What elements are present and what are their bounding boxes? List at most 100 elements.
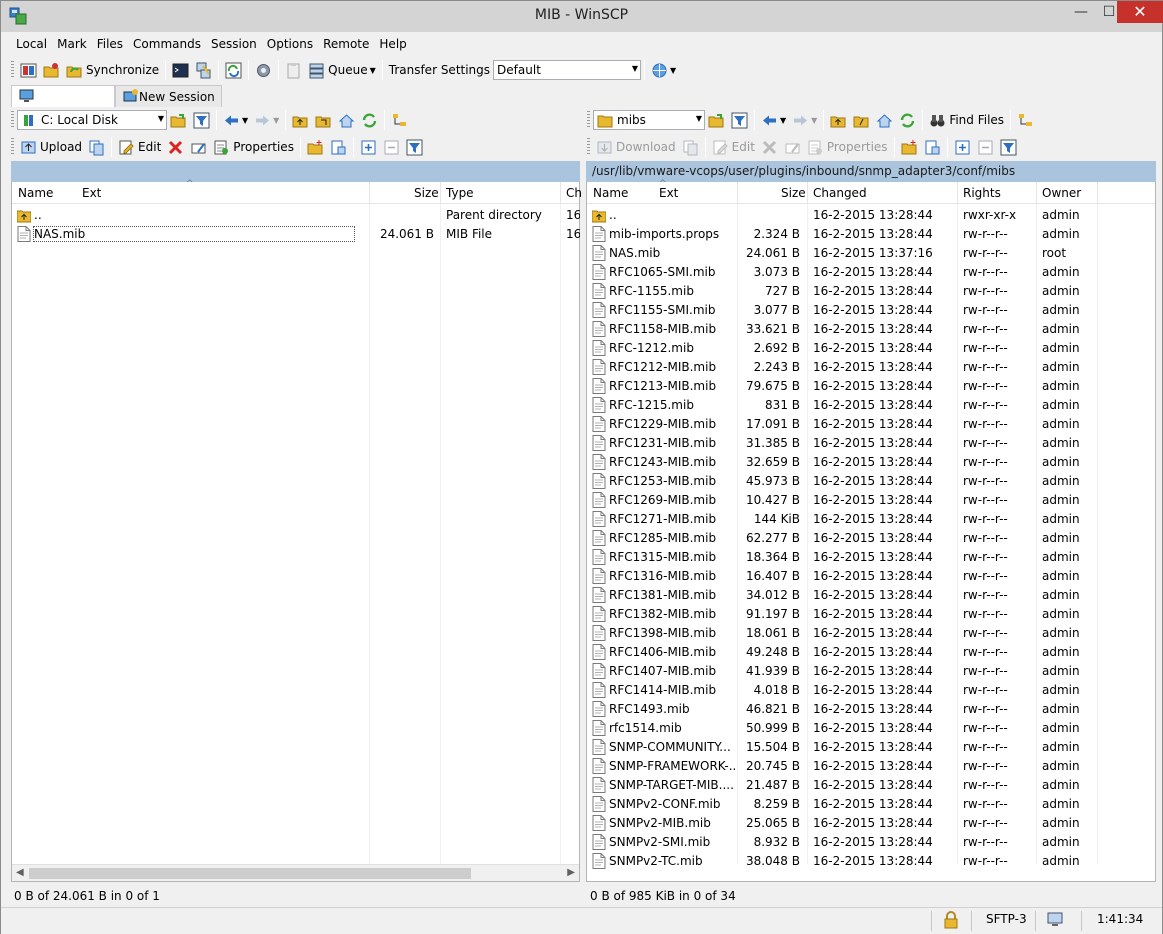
remote-file-row[interactable]: RFC1315-MIB.mib 18.364 B 16-2-2015 13:28:4… [587, 548, 1155, 567]
local-col-size[interactable]: Size [414, 186, 439, 200]
upload-button[interactable]: Upload [17, 136, 85, 158]
menu-help[interactable]: Help [374, 35, 411, 55]
remote-file-row[interactable]: RFC1212-MIB.mib 2.243 B 16-2-2015 13:28:44… [587, 358, 1155, 377]
remote-file-row[interactable]: RFC1316-MIB.mib 16.407 B 16-2-2015 13:28:4… [587, 567, 1155, 586]
putty-button[interactable] [192, 59, 215, 81]
scroll-left-icon[interactable]: ◀ [16, 867, 24, 878]
remote-file-row[interactable]: RFC1243-MIB.mib 32.659 B 16-2-2015 13:28:4… [587, 453, 1155, 472]
remote-back-button[interactable]: ▼ [758, 109, 789, 131]
local-parent-dir-button[interactable] [289, 109, 312, 131]
remote-delete-button[interactable] [758, 136, 781, 158]
download-options-button[interactable] [679, 136, 702, 158]
remote-edit-button[interactable]: Edit [709, 136, 758, 158]
menu-options[interactable]: Options [262, 35, 318, 55]
remote-file-row[interactable]: SNMP-COMMUNITY... 15.504 B 16-2-2015 13:28… [587, 738, 1155, 757]
find-files-button[interactable]: Find Files [926, 109, 1007, 131]
remote-file-row[interactable]: RFC1493.mib 46.821 B 16-2-2015 13:28:44 rw-… [587, 700, 1155, 719]
local-back-button[interactable]: ▼ [220, 109, 251, 131]
local-drive-select[interactable]: C: Local Disk ▼ [17, 110, 167, 130]
local-col-ext[interactable]: Ext [82, 186, 101, 200]
remote-file-row[interactable]: RFC-1212.mib 2.692 B 16-2-2015 13:28:44 rw-… [587, 339, 1155, 358]
remote-file-row[interactable]: RFC1398-MIB.mib 18.061 B 16-2-2015 13:28:4… [587, 624, 1155, 643]
local-unselect-button[interactable] [380, 136, 403, 158]
remote-file-row[interactable]: SNMP-TARGET-MIB.... 21.487 B 16-2-2015 13:… [587, 776, 1155, 795]
download-button[interactable]: Download [593, 136, 679, 158]
remote-file-row[interactable]: RFC1271-MIB.mib 144 KiB 16-2-2015 13:28:44… [587, 510, 1155, 529]
remote-new-folder-button[interactable] [898, 136, 921, 158]
remote-file-row[interactable]: RFC1414-MIB.mib 4.018 B 16-2-2015 13:28:44… [587, 681, 1155, 700]
local-file-row[interactable]: NAS.mib 24.061 B MIB File 16 [12, 225, 580, 244]
remote-col-name[interactable]: Name [593, 186, 628, 200]
sites-button[interactable]: ▼ [648, 59, 679, 81]
remote-open-folder-button[interactable] [705, 109, 728, 131]
remote-folder-select[interactable]: mibs ▼ [593, 110, 705, 130]
remote-filter-select-button[interactable] [997, 136, 1020, 158]
lock-icon[interactable] [943, 911, 959, 929]
remote-forward-button[interactable]: ▼ [789, 109, 820, 131]
remote-rename-button[interactable] [781, 136, 804, 158]
compare-directories-button[interactable] [17, 59, 40, 81]
local-open-folder-button[interactable] [167, 109, 190, 131]
remote-parent-dir-button[interactable] [827, 109, 850, 131]
remote-file-row[interactable]: RFC1231-MIB.mib 31.385 B 16-2-2015 13:28:4… [587, 434, 1155, 453]
local-col-changed[interactable]: Ch [566, 186, 582, 200]
remote-file-row[interactable]: RFC-1215.mib 831 B 16-2-2015 13:28:44 rw-r-… [587, 396, 1155, 415]
upload-options-button[interactable] [85, 136, 108, 158]
keep-remote-up-to-date-button[interactable] [40, 59, 63, 81]
remote-file-row[interactable]: RFC-1155.mib 727 B 16-2-2015 13:28:44 rw-r-… [587, 282, 1155, 301]
transfer-settings-select[interactable]: Default ▼ [493, 60, 642, 80]
queue-button[interactable]: Queue ▼ [305, 59, 379, 81]
local-home-button[interactable] [335, 109, 358, 131]
remote-home-button[interactable] [873, 109, 896, 131]
remote-file-row[interactable]: SNMPv2-SMI.mib 8.932 B 16-2-2015 13:28:44 r… [587, 833, 1155, 852]
queue-list-button[interactable] [282, 59, 305, 81]
remote-unselect-button[interactable] [974, 136, 997, 158]
remote-file-row[interactable]: RFC1407-MIB.mib 41.939 B 16-2-2015 13:28:4… [587, 662, 1155, 681]
scrollbar-thumb[interactable] [29, 868, 471, 879]
remote-file-row[interactable]: RFC1158-MIB.mib 33.621 B 16-2-2015 13:28:4… [587, 320, 1155, 339]
remote-col-owner[interactable]: Owner [1042, 186, 1081, 200]
open-terminal-button[interactable] [169, 59, 192, 81]
local-file-row[interactable]: .. Parent directory 16 [12, 206, 580, 225]
local-col-name[interactable]: Name [18, 186, 53, 200]
remote-new-file-button[interactable] [921, 136, 944, 158]
minimize-button[interactable]: — [1067, 1, 1095, 23]
preferences-button[interactable] [252, 59, 275, 81]
local-new-file-button[interactable] [327, 136, 350, 158]
tab-current-session[interactable] [11, 85, 115, 107]
local-root-dir-button[interactable] [312, 109, 335, 131]
remote-file-row[interactable]: SNMPv2-MIB.mib 25.065 B 16-2-2015 13:28:44… [587, 814, 1155, 833]
remote-col-rights[interactable]: Rights [963, 186, 1001, 200]
tab-new-session[interactable]: New Session [115, 85, 222, 107]
local-edit-button[interactable]: Edit [115, 136, 164, 158]
menu-remote[interactable]: Remote [318, 35, 374, 55]
local-delete-button[interactable] [164, 136, 187, 158]
local-col-type[interactable]: Type [446, 186, 474, 200]
menu-session[interactable]: Session [206, 35, 262, 55]
menu-commands[interactable]: Commands [128, 35, 206, 55]
remote-file-row[interactable]: RFC1065-SMI.mib 3.073 B 16-2-2015 13:28:44… [587, 263, 1155, 282]
remote-root-dir-button[interactable] [850, 109, 873, 131]
remote-file-row[interactable]: RFC1381-MIB.mib 34.012 B 16-2-2015 13:28:4… [587, 586, 1155, 605]
synchronize-button[interactable]: Synchronize [63, 59, 162, 81]
local-path-bar[interactable] [11, 161, 580, 182]
remote-file-row[interactable]: RFC1382-MIB.mib 91.197 B 16-2-2015 13:28:4… [587, 605, 1155, 624]
scroll-right-icon[interactable]: ▶ [567, 867, 575, 878]
menu-local[interactable]: Local [11, 35, 52, 55]
local-filter-select-button[interactable] [403, 136, 426, 158]
remote-file-row[interactable]: SNMP-FRAMEWORK-... 20.745 B 16-2-2015 13:2… [587, 757, 1155, 776]
remote-filter-button[interactable] [728, 109, 751, 131]
local-filter-button[interactable] [190, 109, 213, 131]
local-tree-button[interactable] [388, 109, 411, 131]
remote-file-row[interactable]: RFC1406-MIB.mib 49.248 B 16-2-2015 13:28:4… [587, 643, 1155, 662]
remote-file-row[interactable]: mib-imports.props 2.324 B 16-2-2015 13:28:… [587, 225, 1155, 244]
remote-file-row[interactable]: .. 16-2-2015 13:28:44 rwxr-xr-x admin [587, 206, 1155, 225]
remote-col-changed[interactable]: Changed [813, 186, 867, 200]
refresh-session-button[interactable] [222, 59, 245, 81]
remote-file-row[interactable]: SNMPv2-CONF.mib 8.259 B 16-2-2015 13:28:44… [587, 795, 1155, 814]
local-horizontal-scrollbar[interactable]: ◀ ▶ [12, 864, 579, 881]
remote-select-button[interactable] [951, 136, 974, 158]
remote-path-bar[interactable]: /usr/lib/vmware-vcops/user/plugins/inbou… [586, 161, 1156, 182]
close-button[interactable]: ✕ [1117, 1, 1163, 23]
remote-file-row[interactable]: RFC1155-SMI.mib 3.077 B 16-2-2015 13:28:44… [587, 301, 1155, 320]
